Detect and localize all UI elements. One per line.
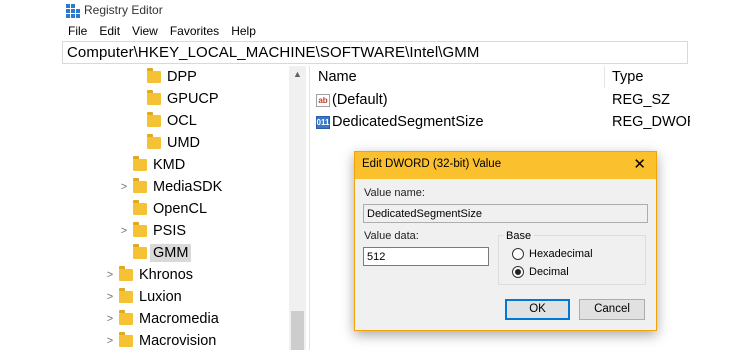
folder-icon — [147, 112, 161, 127]
column-header-name[interactable]: Name — [318, 66, 357, 88]
tree-item-gmm[interactable]: GMM — [118, 242, 192, 264]
binary-value-icon: 011 — [316, 115, 330, 129]
tree-item-dpp[interactable]: DPP — [132, 66, 197, 88]
base-label: Base — [503, 230, 535, 242]
tree-item-label: DPP — [167, 69, 197, 85]
tree-item-macromedia[interactable]: > Macromedia — [104, 308, 219, 330]
tree-item-label: PSIS — [153, 223, 187, 239]
scroll-up-icon[interactable]: ▲ — [289, 66, 306, 83]
tree-item-label: Macrovision — [139, 333, 217, 349]
value-name: DedicatedSegmentSize — [332, 114, 484, 130]
value-data-field[interactable] — [363, 247, 489, 266]
folder-icon — [133, 178, 147, 193]
value-data-label: Value data: — [364, 230, 419, 242]
tree-item-label: Macromedia — [139, 311, 219, 327]
folder-icon — [119, 310, 133, 325]
radio-label: Hexadecimal — [529, 248, 593, 260]
column-divider[interactable] — [604, 66, 605, 88]
tree-item-umd[interactable]: UMD — [132, 132, 200, 154]
radio-hexadecimal[interactable]: Hexadecimal — [512, 248, 593, 260]
tree-scrollbar[interactable]: ▲ — [289, 66, 306, 350]
tree-item-label: OpenCL — [153, 201, 208, 217]
tree-item-label: Luxion — [139, 289, 182, 305]
tree-item-psis[interactable]: > PSIS — [118, 220, 186, 242]
title-bar: Registry Editor — [60, 0, 690, 22]
folder-icon — [119, 288, 133, 303]
menu-favorites[interactable]: Favorites — [164, 22, 225, 40]
folder-icon — [133, 156, 147, 171]
value-name-label: Value name: — [364, 187, 425, 199]
scroll-thumb[interactable] — [291, 311, 304, 350]
value-name: (Default) — [332, 92, 388, 108]
chevron-right-icon[interactable]: > — [118, 181, 130, 193]
dialog-title: Edit DWORD (32-bit) Value — [362, 158, 502, 170]
tree-item-label: MediaSDK — [153, 179, 223, 195]
chevron-right-icon[interactable]: > — [118, 225, 130, 237]
folder-icon — [133, 244, 147, 259]
radio-decimal[interactable]: Decimal — [512, 266, 569, 278]
chevron-right-icon[interactable]: > — [104, 269, 116, 281]
value-row-dedicatedsegmentsize[interactable]: 011 DedicatedSegmentSize — [316, 111, 484, 133]
menu-file[interactable]: File — [60, 22, 93, 40]
registry-editor-icon — [66, 4, 80, 18]
folder-icon — [147, 90, 161, 105]
menu-help[interactable]: Help — [225, 22, 262, 40]
chevron-right-icon[interactable]: > — [104, 335, 116, 347]
tree-item-khronos[interactable]: > Khronos — [104, 264, 193, 286]
radio-button-icon[interactable] — [512, 248, 524, 260]
folder-icon — [133, 200, 147, 215]
ok-button[interactable]: OK — [505, 299, 570, 320]
menu-view[interactable]: View — [126, 22, 164, 40]
tree-item-ocl[interactable]: OCL — [132, 110, 197, 132]
tree-item-label: Khronos — [139, 267, 194, 283]
tree-item-macrovision[interactable]: > Macrovision — [104, 330, 216, 350]
tree-item-gpucp[interactable]: GPUCP — [132, 88, 219, 110]
tree-item-label: GPUCP — [167, 91, 219, 107]
folder-icon — [147, 134, 161, 149]
close-icon[interactable]: ✕ — [633, 155, 646, 175]
tree-item-label: UMD — [167, 135, 201, 151]
string-value-icon: ab — [316, 93, 330, 107]
radio-button-checked-icon[interactable] — [512, 266, 524, 278]
tree-item-label: OCL — [167, 113, 197, 129]
registry-tree: DPP GPUCP OCL UMD KMD > MediaSDK OpenCL … — [60, 66, 310, 350]
chevron-right-icon[interactable]: > — [104, 291, 116, 303]
folder-icon — [133, 222, 147, 237]
address-bar[interactable]: Computer\HKEY_LOCAL_MACHINE\SOFTWARE\Int… — [62, 41, 688, 64]
tree-item-mediasdk[interactable]: > MediaSDK — [118, 176, 222, 198]
tree-item-luxion[interactable]: > Luxion — [104, 286, 182, 308]
folder-icon — [119, 266, 133, 281]
radio-label: Decimal — [529, 266, 569, 278]
value-type: REG_SZ — [612, 92, 671, 108]
menu-bar: File Edit View Favorites Help — [60, 22, 262, 40]
value-name-field[interactable] — [363, 204, 648, 223]
folder-icon — [147, 68, 161, 83]
column-header-type[interactable]: Type — [612, 66, 643, 88]
tree-item-kmd[interactable]: KMD — [118, 154, 185, 176]
edit-dword-dialog: Edit DWORD (32-bit) Value ✕ Value name: … — [354, 151, 657, 331]
menu-edit[interactable]: Edit — [93, 22, 126, 40]
tree-item-label: KMD — [153, 157, 186, 173]
value-type: REG_DWOR — [612, 114, 690, 130]
window-title: Registry Editor — [84, 3, 163, 17]
tree-item-label: GMM — [150, 244, 192, 262]
dialog-title-bar[interactable]: Edit DWORD (32-bit) Value ✕ — [355, 152, 656, 179]
value-row-default[interactable]: ab (Default) — [316, 89, 388, 111]
folder-icon — [119, 332, 133, 347]
cancel-button[interactable]: Cancel — [579, 299, 645, 320]
tree-item-opencl[interactable]: OpenCL — [118, 198, 207, 220]
chevron-right-icon[interactable]: > — [104, 313, 116, 325]
